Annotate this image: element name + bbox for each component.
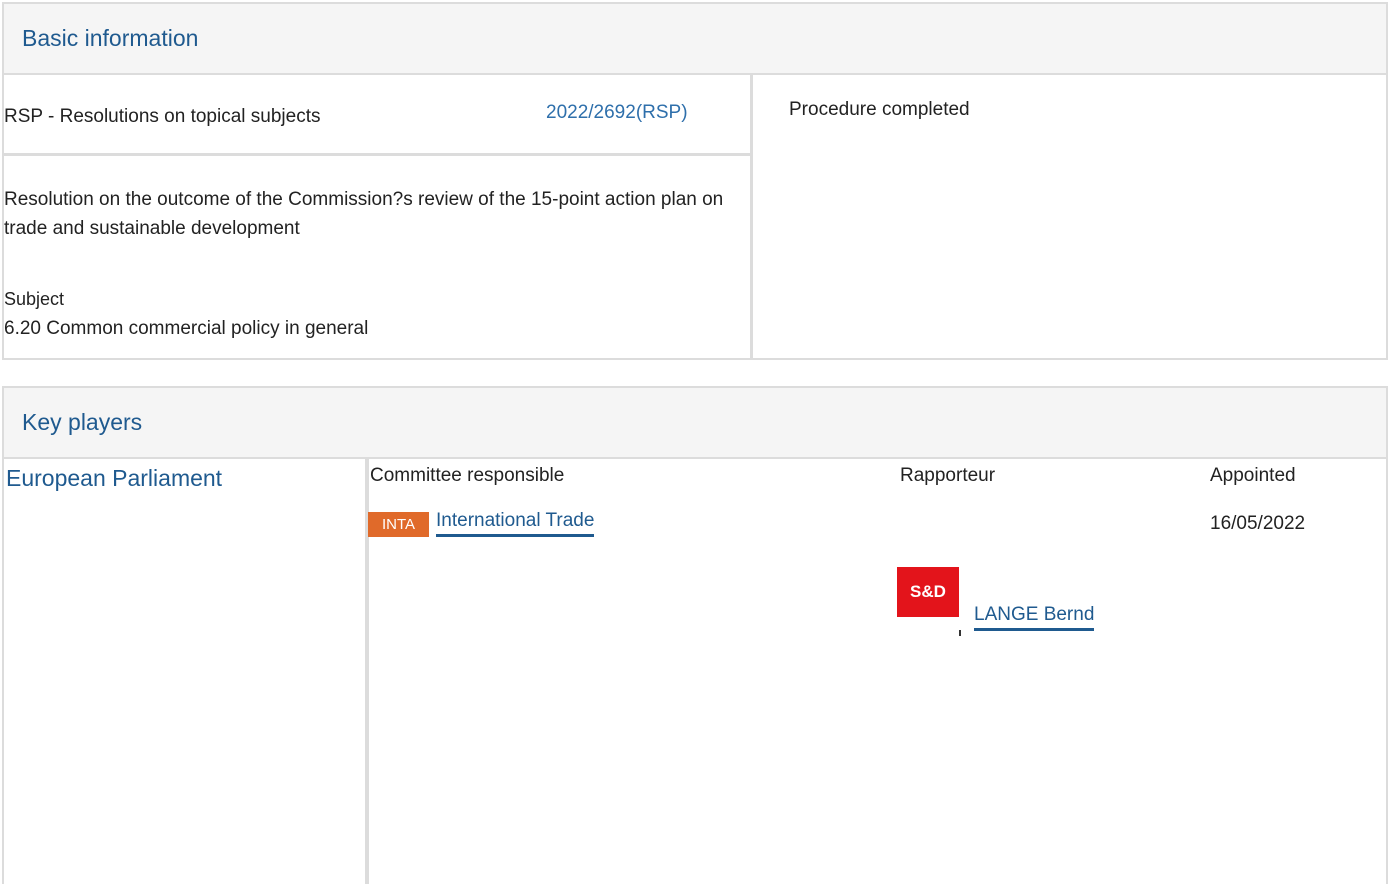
party-logo-text: S&D [910, 582, 946, 601]
procedure-reference-link[interactable]: 2022/2692(RSP) [546, 102, 688, 124]
key-players-header: Key players [4, 388, 1386, 459]
key-players-panel: Key players European Parliament Committe… [2, 386, 1388, 884]
subject-label: Subject [4, 289, 65, 309]
key-players-body: European Parliament Committee responsibl… [4, 459, 1386, 884]
committee-column-header: Committee responsible [370, 465, 565, 486]
appointed-date: 16/05/2022 [1210, 513, 1306, 534]
basic-information-title: Basic information [22, 25, 199, 51]
party-logo-icon[interactable]: S&D [897, 567, 959, 617]
basic-information-panel: Basic information RSP - Resolutions on t… [2, 2, 1388, 360]
procedure-status: Procedure completed [789, 99, 970, 120]
appointed-column-header: Appointed [1210, 465, 1296, 486]
procedure-type-row: RSP - Resolutions on topical subjects 20… [4, 75, 750, 156]
logo-separator [959, 630, 961, 636]
committee-code-badge: INTA [368, 512, 429, 537]
procedure-title: Resolution on the outcome of the Commiss… [4, 189, 724, 239]
rapporteur-column-header: Rapporteur [900, 465, 996, 486]
basic-information-left: RSP - Resolutions on topical subjects 20… [4, 75, 750, 358]
procedure-type: RSP - Resolutions on topical subjects [4, 106, 321, 127]
institution-name: European Parliament [6, 465, 223, 491]
committee-link[interactable]: International Trade [436, 510, 595, 537]
rapporteur-link[interactable]: LANGE Bernd [974, 604, 1095, 631]
basic-information-header: Basic information [4, 4, 1386, 75]
subject-value: 6.20 Common commercial policy in general [4, 318, 369, 339]
key-players-title: Key players [22, 409, 143, 435]
basic-information-body: RSP - Resolutions on topical subjects 20… [4, 75, 1386, 358]
